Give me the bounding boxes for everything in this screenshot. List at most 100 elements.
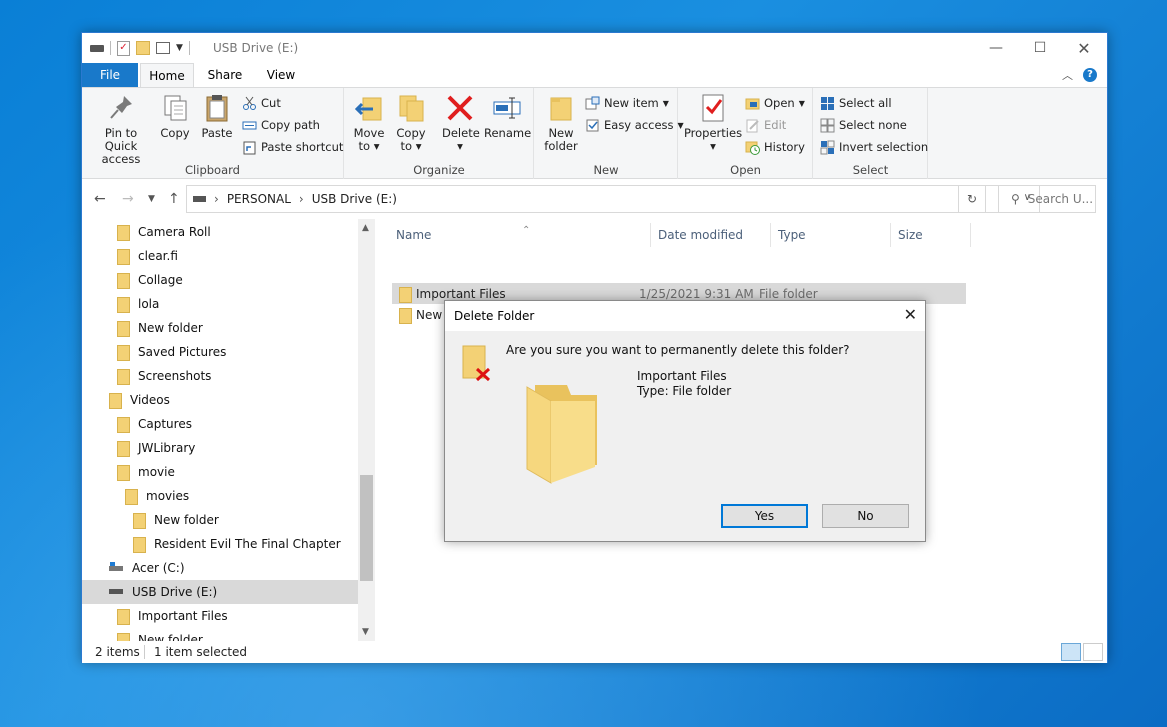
paste-shortcut-icon: [242, 140, 257, 155]
nav-tree-item-label: clear.fi: [138, 249, 178, 263]
open-button[interactable]: Open ▼: [745, 93, 805, 113]
nav-tree-item[interactable]: Important Files: [82, 604, 358, 628]
paste-shortcut-button[interactable]: Paste shortcut: [242, 137, 343, 157]
forward-arrow-icon[interactable]: →: [122, 191, 134, 207]
new-folder-icon[interactable]: [136, 41, 150, 55]
yes-button[interactable]: Yes: [721, 504, 808, 528]
back-arrow-icon[interactable]: ←: [94, 191, 106, 207]
nav-tree-item[interactable]: lola: [82, 292, 358, 316]
nav-tree-item[interactable]: New folder: [82, 316, 358, 340]
nav-tree-item[interactable]: Camera Roll: [82, 220, 358, 244]
folder-icon: [116, 273, 130, 289]
move-to-button[interactable]: Move to ▾: [351, 92, 387, 153]
chevron-down-icon: ▼: [662, 98, 669, 108]
search-input[interactable]: ⚲ Search U...: [998, 185, 1096, 213]
breadcrumb-separator: ›: [214, 192, 219, 206]
copy-path-button[interactable]: Copy path: [242, 115, 320, 135]
column-size[interactable]: Size: [891, 223, 971, 247]
properties-icon[interactable]: ✓: [117, 40, 130, 56]
copy-label: Copy: [160, 126, 190, 140]
refresh-button[interactable]: ↻: [958, 185, 986, 213]
column-date-modified[interactable]: Date modified: [651, 223, 771, 247]
dialog-item-name: Important Files: [637, 369, 727, 383]
rename-icon[interactable]: [156, 42, 170, 54]
nav-tree-item[interactable]: Videos: [82, 388, 358, 412]
close-button[interactable]: ✕: [1061, 33, 1107, 63]
nav-tree-item[interactable]: New folder: [82, 508, 358, 532]
history-label: History: [764, 140, 805, 154]
nav-tree-item[interactable]: movies: [82, 484, 358, 508]
no-button[interactable]: No: [822, 504, 909, 528]
large-folder-icon: [525, 377, 605, 485]
select-all-button[interactable]: Select all: [820, 93, 892, 113]
nav-tree-item[interactable]: Saved Pictures: [82, 340, 358, 364]
nav-tree-item[interactable]: JWLibrary: [82, 436, 358, 460]
nav-tree-item[interactable]: Resident Evil The Final Chapter: [82, 532, 358, 556]
nav-tree-item[interactable]: Acer (C:): [82, 556, 358, 580]
nav-tree-item[interactable]: Screenshots: [82, 364, 358, 388]
help-icon[interactable]: ?: [1083, 68, 1097, 82]
nav-tree-item-label: movie: [138, 465, 175, 479]
nav-tree-item-label: Important Files: [138, 609, 228, 623]
up-arrow-icon[interactable]: ↑: [168, 191, 180, 207]
nav-scrollbar[interactable]: ▲ ▼: [358, 219, 375, 641]
nav-tree-item[interactable]: New folder: [82, 628, 358, 641]
properties-button[interactable]: Properties ▾: [683, 92, 743, 153]
dialog-close-button[interactable]: ✕: [904, 305, 917, 324]
column-name[interactable]: Name ⌃: [389, 223, 651, 247]
scroll-down-icon[interactable]: ▼: [362, 627, 369, 637]
tab-share[interactable]: Share: [200, 63, 250, 87]
easy-access-button[interactable]: Easy access ▼: [585, 115, 684, 135]
nav-tree-item-label: Resident Evil The Final Chapter: [154, 537, 341, 551]
breadcrumb-personal[interactable]: PERSONAL: [227, 192, 291, 206]
address-bar[interactable]: › PERSONAL › USB Drive (E:) ∨: [186, 185, 1040, 213]
copy-to-button[interactable]: Copy to ▾: [393, 92, 429, 153]
recent-locations-icon[interactable]: ▼: [148, 194, 155, 204]
selected-count: 1 item selected: [154, 645, 248, 659]
paste-button[interactable]: Paste: [199, 92, 235, 140]
scroll-up-icon[interactable]: ▲: [362, 223, 369, 233]
window-title: USB Drive (E:): [213, 41, 299, 55]
cut-button[interactable]: Cut: [242, 93, 281, 113]
pin-to-quick-access-button[interactable]: Pin to Quick access: [88, 92, 154, 166]
breadcrumb-usb-drive[interactable]: USB Drive (E:): [312, 192, 397, 206]
new-folder-button[interactable]: New folder: [541, 92, 581, 153]
copy-icon: [159, 92, 191, 124]
nav-tree-item[interactable]: Captures: [82, 412, 358, 436]
tab-home[interactable]: Home: [140, 63, 194, 87]
nav-tree-item-label: JWLibrary: [138, 441, 196, 455]
copy-path-icon: [242, 118, 257, 133]
nav-tree-item-label: Saved Pictures: [138, 345, 227, 359]
large-icons-view-icon[interactable]: [1083, 643, 1103, 661]
details-view-icon[interactable]: [1061, 643, 1081, 661]
new-item-button[interactable]: New item ▼: [585, 93, 669, 113]
tab-file[interactable]: File: [82, 63, 138, 87]
delete-dropdown: ▾: [457, 139, 463, 153]
nav-tree-item[interactable]: movie: [82, 460, 358, 484]
new-item-icon: [585, 96, 600, 111]
open-group-label: Open: [730, 163, 761, 177]
nav-tree-item[interactable]: clear.fi: [82, 244, 358, 268]
delete-button[interactable]: Delete ▾: [442, 92, 480, 153]
drive-icon[interactable]: [90, 44, 104, 52]
select-all-label: Select all: [839, 96, 892, 110]
nav-tree-item-label: Captures: [138, 417, 192, 431]
maximize-button[interactable]: ☐: [1017, 33, 1063, 63]
move-to-label-2: to ▾: [358, 139, 380, 153]
organize-group: Move to ▾ Copy to ▾ Delete ▾ Rename Orga…: [345, 88, 534, 180]
scrollbar-thumb[interactable]: [360, 475, 373, 581]
history-button[interactable]: History: [745, 137, 805, 157]
minimize-button[interactable]: —: [973, 33, 1019, 63]
dialog-title-bar: Delete Folder ✕: [445, 301, 925, 331]
column-type[interactable]: Type: [771, 223, 891, 247]
edit-button[interactable]: Edit: [745, 115, 786, 135]
tab-view[interactable]: View: [258, 63, 304, 87]
copy-button[interactable]: Copy: [157, 92, 193, 140]
invert-selection-button[interactable]: Invert selection: [820, 137, 928, 157]
customize-qat-icon[interactable]: ▼: [176, 43, 183, 53]
nav-tree-item[interactable]: Collage: [82, 268, 358, 292]
nav-tree-item[interactable]: USB Drive (E:): [82, 580, 358, 604]
select-none-button[interactable]: Select none: [820, 115, 907, 135]
rename-button[interactable]: Rename: [484, 92, 531, 140]
collapse-ribbon-icon[interactable]: ︿: [1062, 67, 1073, 83]
